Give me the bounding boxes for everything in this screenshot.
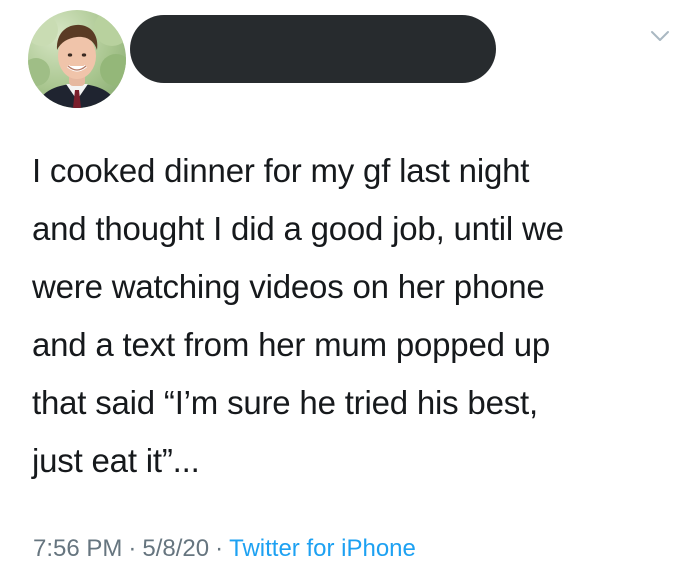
tweet-line: and thought I did a good job, until we <box>32 210 564 247</box>
tweet-line: and a text from her mum popped up <box>32 326 551 363</box>
meta-separator: · <box>128 535 137 562</box>
avatar-photo-icon <box>28 10 126 108</box>
tweet-meta: 7:56 PM · 5/8/20 · Twitter for iPhone <box>33 532 416 566</box>
author-name-redaction <box>130 15 496 83</box>
tweet-time[interactable]: 7:56 PM <box>33 535 122 562</box>
tweet-date[interactable]: 5/8/20 <box>142 535 209 562</box>
tweet-line: were watching videos on her phone <box>32 268 545 305</box>
tweet-card: I cooked dinner for my gf last night and… <box>0 0 700 572</box>
tweet-line: I cooked dinner for my gf last night <box>32 152 530 189</box>
tweet-body: I cooked dinner for my gf last night and… <box>32 142 682 490</box>
tweet-line: just eat it”... <box>32 442 200 479</box>
chevron-down-icon[interactable] <box>648 24 672 48</box>
tweet-line: that said “I’m sure he tried his best, <box>32 384 538 421</box>
author-avatar[interactable] <box>28 10 126 108</box>
tweet-source-link[interactable]: Twitter for iPhone <box>229 535 416 562</box>
meta-separator: · <box>215 535 224 562</box>
